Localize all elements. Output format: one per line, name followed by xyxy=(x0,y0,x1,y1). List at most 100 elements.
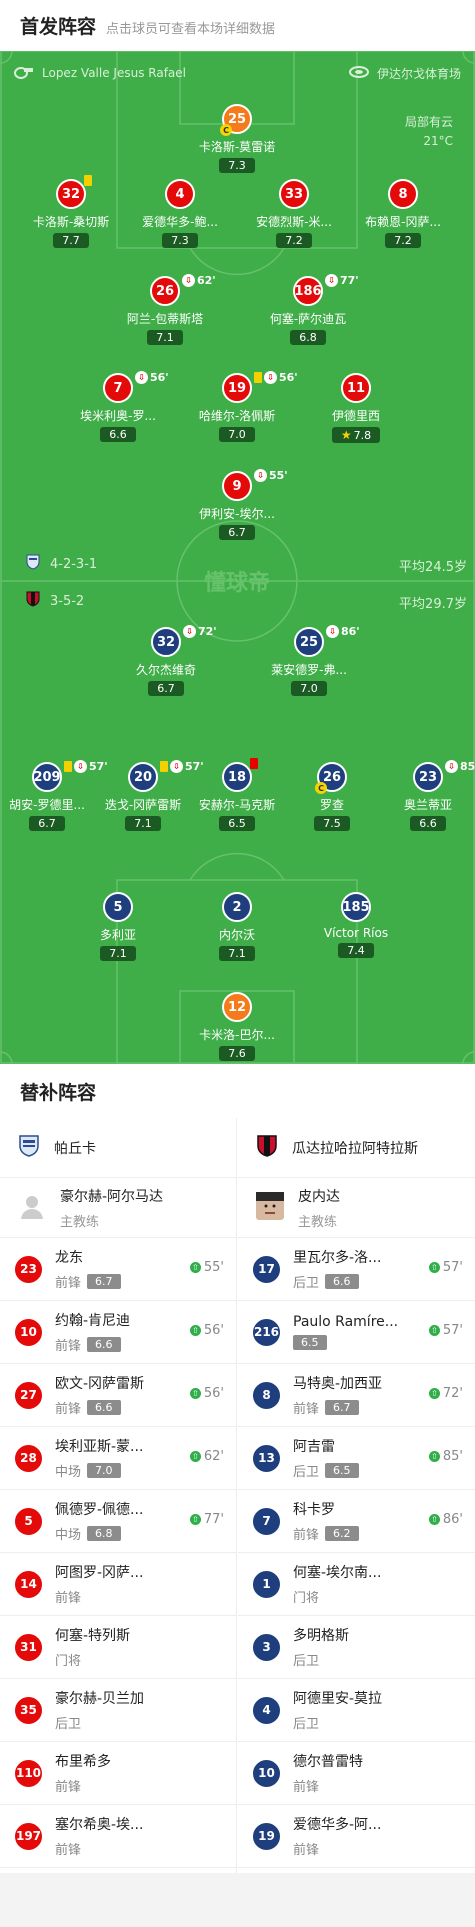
player-position: 前锋 xyxy=(293,1843,320,1858)
player-name: 欧文-冈萨雷斯 xyxy=(55,1376,145,1392)
player-jersey: 7 xyxy=(252,1506,281,1536)
coach-name: 豪尔赫-阿尔马达 xyxy=(60,1188,164,1205)
home-player[interactable]: 4 爱德华多-鲍... 7.3 xyxy=(120,179,240,248)
player-name: 佩德罗-佩德... xyxy=(55,1502,144,1518)
sub-player-row[interactable]: 8 马特奥-加西亚 前锋 6.7 ⇧ 72' xyxy=(238,1364,475,1427)
away-player[interactable]: 32 ⇩ 72' 久尔杰维奇 6.7 xyxy=(106,625,226,696)
player-name: 何塞-埃尔南... xyxy=(293,1565,382,1581)
player-name: Víctor Ríos xyxy=(323,926,389,940)
away-player[interactable]: 5 多利亚 7.1 xyxy=(58,892,178,961)
player-name: 罗查 xyxy=(319,798,344,812)
home-player[interactable]: 26 ⇩ 62' 阿兰-包蒂斯塔 7.1 xyxy=(105,274,225,345)
sub-player-row[interactable]: 4 阿德里安-莫拉 后卫 xyxy=(238,1679,475,1742)
player-name: 莱安德罗-弗... xyxy=(271,663,347,677)
away-player[interactable]: 2 内尔沃 7.1 xyxy=(177,892,297,961)
player-position: 后卫 xyxy=(293,1465,320,1480)
sub-on-icon: ⇧ xyxy=(189,1325,201,1336)
player-jersey: 185 xyxy=(341,892,371,922)
home-coach-row[interactable]: 豪尔赫-阿尔马达 主教练 xyxy=(0,1178,236,1238)
sub-player-row[interactable]: 1 何塞-埃尔南... 门将 xyxy=(238,1553,475,1616)
player-jersey: 35 xyxy=(14,1695,43,1725)
sub-off-icon: ⇩ xyxy=(254,469,267,482)
sub-off-icon: ⇩ xyxy=(183,625,196,638)
away-player[interactable]: 12 卡米洛-巴尔... 7.6 xyxy=(177,992,297,1061)
player-position: 后卫 xyxy=(55,1717,82,1732)
home-player[interactable]: 19 ⇩ 56' 哈维尔-洛佩斯 7.0 xyxy=(177,371,298,442)
sub-player-row[interactable]: 216 Paulo Ramíre... 6.5 ⇧ 57' xyxy=(238,1301,475,1364)
sub-player-row[interactable]: 13 阿吉雷 后卫 6.5 ⇧ 85' xyxy=(238,1427,475,1490)
avatar-placeholder-icon xyxy=(18,1192,46,1224)
sub-minute: 72' xyxy=(442,1386,463,1401)
player-jersey: 27 xyxy=(14,1380,43,1410)
sub-player-row[interactable]: 10 德尔普雷特 前锋 xyxy=(238,1742,475,1805)
sub-minute: 86' xyxy=(341,625,360,638)
sub-player-row[interactable]: 28 埃利亚斯-蒙... 中场 7.0 ⇧ 62' xyxy=(0,1427,236,1490)
sub-on-icon: ⇧ xyxy=(428,1262,440,1273)
sub-player-row[interactable]: 31 何塞-特列斯 门将 xyxy=(0,1616,236,1679)
sub-player-row[interactable]: 7 科卡罗 前锋 6.2 ⇧ 86' xyxy=(238,1490,475,1553)
home-team-name: 帕丘卡 xyxy=(54,1140,96,1157)
player-name: 里瓦尔多-洛... xyxy=(293,1250,382,1266)
watermark-text: 懂球帝 xyxy=(204,570,270,596)
home-player[interactable]: 11 伊德里西 ★ 7.8 xyxy=(296,373,416,443)
away-team-row[interactable]: 瓜达拉哈拉阿特拉斯 xyxy=(238,1118,475,1178)
sub-player-row[interactable]: 35 豪尔赫-贝兰加 后卫 xyxy=(0,1679,236,1742)
away-player[interactable]: 185 Víctor Ríos 7.4 xyxy=(296,892,416,958)
player-name: 伊利安-埃尔... xyxy=(199,507,275,521)
away-coach-row[interactable]: 皮内达 主教练 xyxy=(238,1178,475,1238)
away-team-formation: 3-5-2 xyxy=(26,591,84,611)
player-name: 布赖恩-冈萨... xyxy=(365,215,441,229)
player-position: 前锋 xyxy=(55,1591,82,1606)
sub-player-row[interactable]: 14 阿图罗-冈萨... 前锋 xyxy=(0,1553,236,1616)
home-team-row[interactable]: 帕丘卡 xyxy=(0,1118,236,1178)
sub-player-row[interactable]: 197 塞尔希奥-埃... 前锋 xyxy=(0,1805,236,1868)
coach-name: 皮内达 xyxy=(298,1188,340,1205)
player-jersey: 25 C xyxy=(220,104,252,136)
sub-player-row[interactable]: 3 多明格斯 后卫 xyxy=(238,1616,475,1679)
sub-player-row[interactable]: 19 爱德华多-阿... 前锋 xyxy=(238,1805,475,1868)
player-jersey: 31 xyxy=(14,1632,43,1662)
sub-player-row[interactable]: 27 欧文-冈萨雷斯 前锋 6.6 ⇧ 56' xyxy=(0,1364,236,1427)
player-rating: 7.6 xyxy=(219,1046,255,1061)
sub-player-row[interactable]: 23 龙东 前锋 6.7 ⇧ 55' xyxy=(0,1238,236,1301)
sub-off-icon: ⇩ xyxy=(264,371,277,384)
footer-spacer xyxy=(0,1873,475,1927)
lineup-title: 首发阵容 xyxy=(20,16,97,38)
home-player[interactable]: 7 ⇩ 56' 埃米利奥-罗... 6.6 xyxy=(58,371,178,442)
player-rating: 6.7 xyxy=(87,1274,121,1289)
whistle-icon xyxy=(14,65,34,82)
home-player[interactable]: 9 ⇩ 55' 伊利安-埃尔... 6.7 xyxy=(177,469,297,540)
player-position: 后卫 xyxy=(293,1654,320,1669)
home-player[interactable]: 33 安德烈斯-米... 7.2 xyxy=(234,179,354,248)
player-jersey: 3 xyxy=(252,1632,281,1662)
sub-on-icon: ⇧ xyxy=(189,1262,201,1273)
player-jersey: 5 xyxy=(14,1506,43,1536)
player-name: 阿吉雷 xyxy=(293,1439,335,1455)
away-player[interactable]: 23⇩85' 奥兰蒂亚 6.6 xyxy=(368,760,475,831)
player-rating: 7.3 xyxy=(162,233,198,248)
sub-player-row[interactable]: 17 里瓦尔多-洛... 后卫 6.6 ⇧ 57' xyxy=(238,1238,475,1301)
sub-minute: 77' xyxy=(340,274,359,287)
sub-minute: 56' xyxy=(203,1323,224,1338)
sub-player-row[interactable]: 110 布里希多 前锋 xyxy=(0,1742,236,1805)
player-rating: 6.2 xyxy=(325,1526,359,1541)
player-rating: ★ 7.8 xyxy=(331,427,381,443)
away-player[interactable]: 25 ⇩ 86' 莱安德罗-弗... 7.0 xyxy=(249,625,369,696)
player-jersey: 28 xyxy=(14,1443,43,1473)
home-player[interactable]: 32 卡洛斯-桑切斯 7.7 xyxy=(11,175,131,248)
yellow-card-icon xyxy=(160,761,168,772)
match-info-bar: Lopez Valle Jesus Rafael 伊达尔戈体育场 xyxy=(0,51,475,95)
player-name: 龙东 xyxy=(55,1250,83,1266)
lineup-header: 首发阵容 点击球员可查看本场详细数据 xyxy=(0,0,475,51)
home-player[interactable]: 186 ⇩ 77' 何塞-萨尔迪瓦 6.8 xyxy=(248,274,368,345)
away-formation: 3-5-2 xyxy=(50,593,85,609)
player-rating: 6.6 xyxy=(87,1337,121,1352)
player-name: 豪尔赫-贝兰加 xyxy=(55,1691,145,1707)
player-name: 塞尔希奥-埃... xyxy=(55,1817,144,1833)
home-player[interactable]: 8 布赖恩-冈萨... 7.2 xyxy=(343,179,463,248)
sub-player-row[interactable]: 5 佩德罗-佩德... 中场 6.8 ⇧ 77' xyxy=(0,1490,236,1553)
home-team-formation: 4-2-3-1 xyxy=(26,554,97,574)
home-player[interactable]: 25 C 卡洛斯-莫雷诺 7.3 xyxy=(177,104,297,173)
sub-player-row[interactable]: 10 约翰-肯尼迪 前锋 6.6 ⇧ 56' xyxy=(0,1301,236,1364)
player-name: 奥兰蒂亚 xyxy=(403,798,452,812)
